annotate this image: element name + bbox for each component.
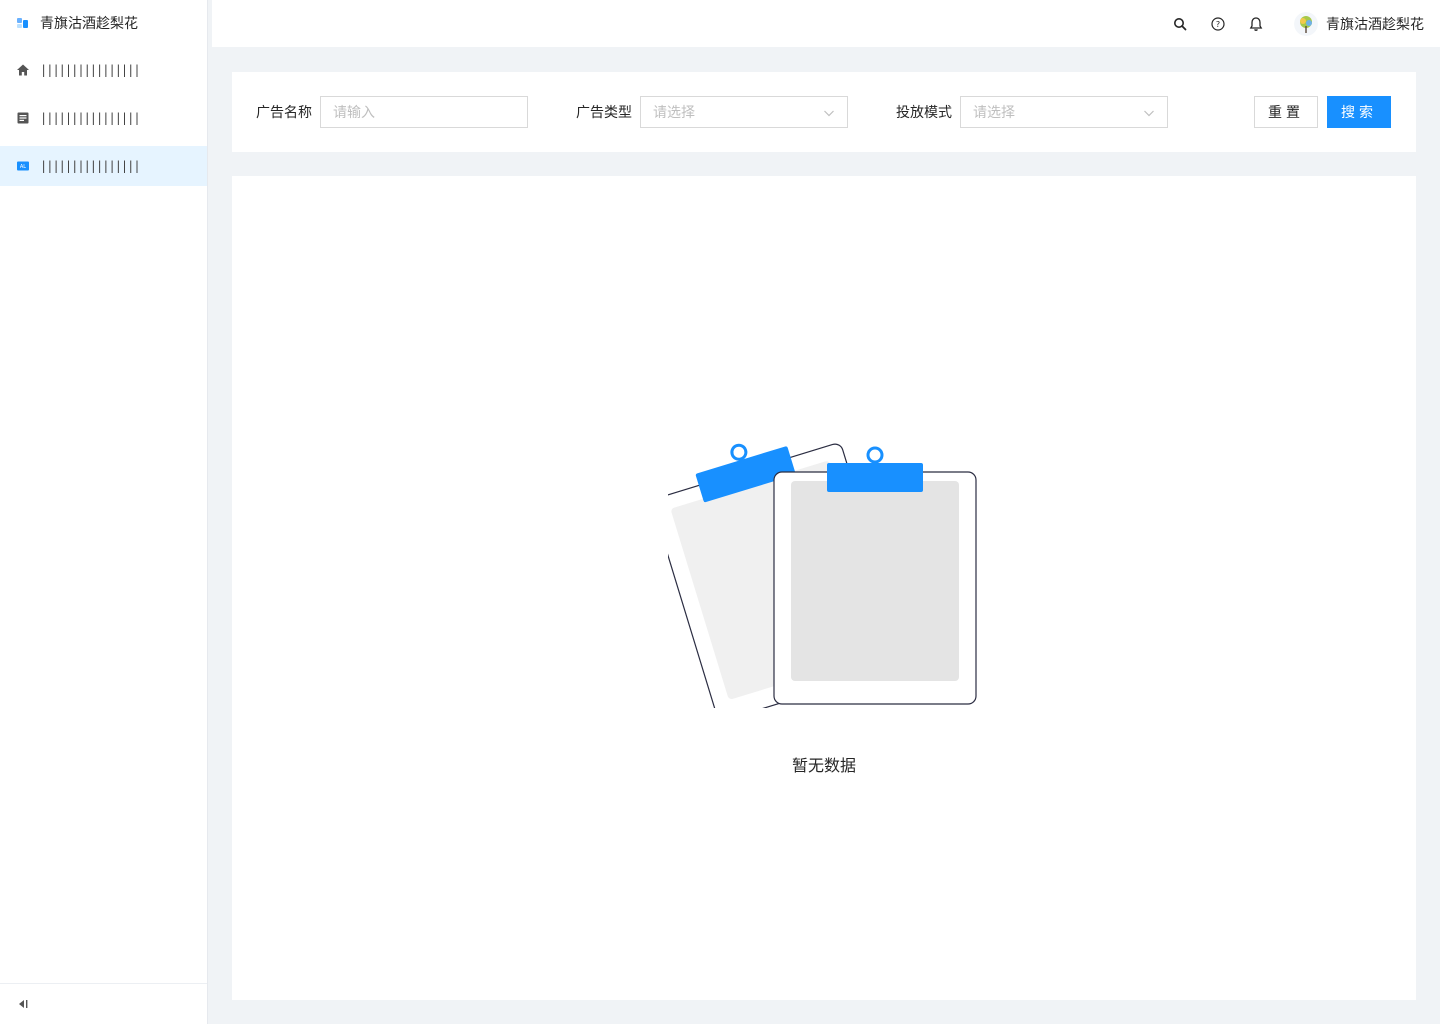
ad-type-label: 广告类型 <box>576 104 632 120</box>
document-icon <box>16 111 30 125</box>
chevron-down-icon <box>1144 110 1154 117</box>
delivery-mode-placeholder: 请选择 <box>973 104 1015 120</box>
app-title: 青旗沽酒趁梨花 <box>40 15 138 31</box>
collapse-sidebar-button[interactable] <box>0 983 207 1024</box>
svg-text:AL: AL <box>20 164 26 170</box>
ad-type-select[interactable]: 请选择 <box>640 96 848 128</box>
svg-text:?: ? <box>1216 20 1220 29</box>
ad-name-input[interactable] <box>320 96 528 128</box>
content-panel: 暂无数据 <box>232 176 1416 1000</box>
top-header: ? 青旗沽酒趁梨花 <box>212 0 1440 47</box>
sidebar-item-label: |||||||||||||||| <box>40 63 141 77</box>
sidebar-item-label: |||||||||||||||| <box>40 159 141 173</box>
empty-clipboard-illustration <box>668 443 977 708</box>
sidebar-menu: |||||||||||||||| |||||||||||||||| AL |||… <box>0 50 207 186</box>
help-icon[interactable]: ? <box>1210 16 1226 32</box>
avatar <box>1294 11 1318 36</box>
delivery-mode-select[interactable]: 请选择 <box>960 96 1168 128</box>
logo-icon <box>17 18 28 28</box>
sidebar-item-home[interactable]: |||||||||||||||| <box>0 50 207 90</box>
delivery-mode-label: 投放模式 <box>896 104 952 120</box>
sidebar-item-label: |||||||||||||||| <box>40 111 141 125</box>
ad-name-label: 广告名称 <box>256 104 312 120</box>
collapse-sidebar-icon <box>19 1000 28 1008</box>
ad-type-placeholder: 请选择 <box>653 104 695 120</box>
sidebar-item-ads[interactable]: AL |||||||||||||||| <box>0 146 207 186</box>
search-button[interactable]: 搜索 <box>1327 96 1391 128</box>
logo-row[interactable]: 青旗沽酒趁梨花 <box>0 0 207 46</box>
username: 青旗沽酒趁梨花 <box>1326 15 1424 32</box>
chevron-down-icon <box>824 110 834 117</box>
search-icon[interactable] <box>1172 16 1188 32</box>
reset-button[interactable]: 重置 <box>1254 96 1318 128</box>
bell-icon[interactable] <box>1248 16 1264 32</box>
sidebar: 青旗沽酒趁梨花 |||||||||||||||| |||||||||||||||… <box>0 0 208 1024</box>
sidebar-item-document[interactable]: |||||||||||||||| <box>0 98 207 138</box>
empty-state-text: 暂无数据 <box>791 758 856 775</box>
filter-bar: 广告名称 广告类型 请选择 投放模式 请选择 重置 搜索 <box>232 72 1416 152</box>
home-icon <box>16 63 30 77</box>
user-menu[interactable]: 青旗沽酒趁梨花 <box>1294 11 1424 36</box>
ad-icon: AL <box>16 159 30 173</box>
